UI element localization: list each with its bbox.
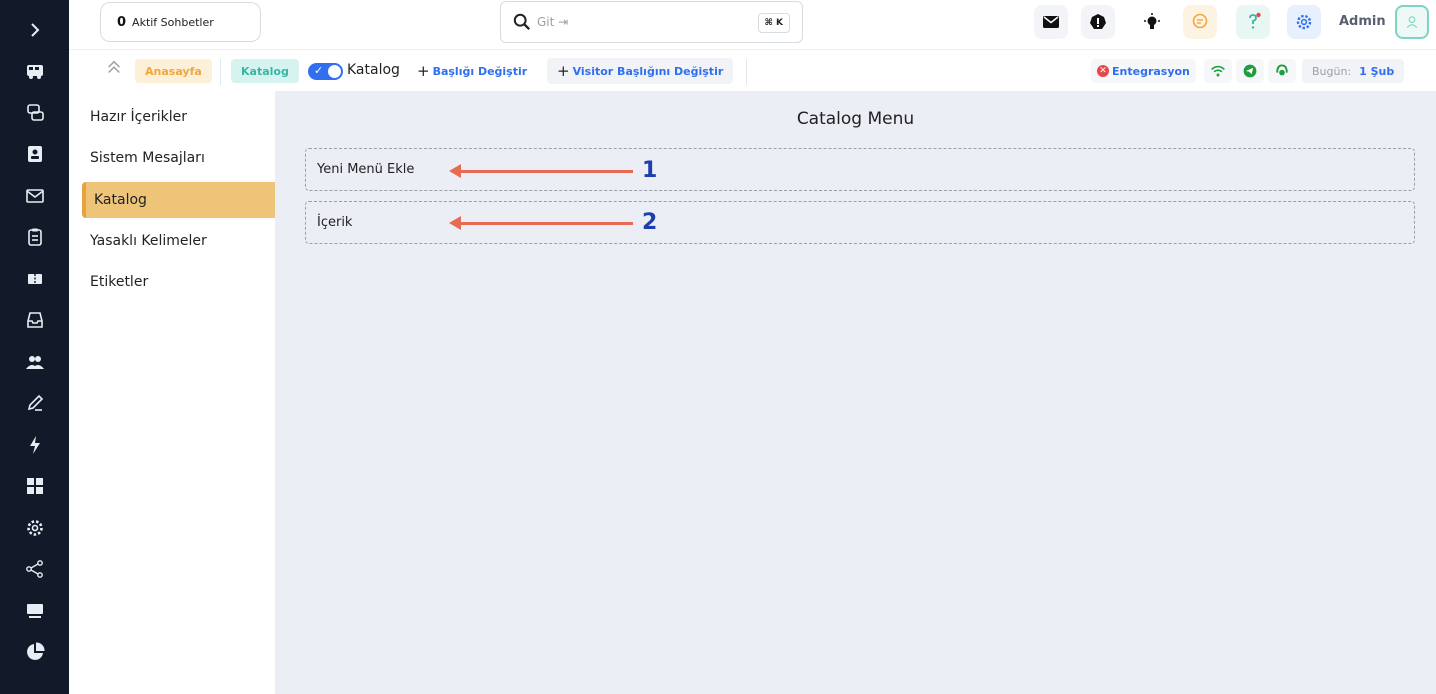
integration-label: Entegrasyon: [1112, 64, 1190, 78]
telegram-icon[interactable]: [1236, 59, 1264, 83]
sidebar-item-tags[interactable]: Etiketler: [82, 264, 275, 300]
breadcrumb-bar: Anasayfa Katalog ✓ Katalog + Başlığı Değ…: [69, 50, 1436, 91]
sidebar-item-label: Etiketler: [90, 274, 149, 290]
sidebar-item-label: Katalog: [94, 192, 147, 208]
plus-icon: +: [557, 62, 570, 80]
active-chats-count: 0: [117, 14, 127, 30]
settings-icon[interactable]: [0, 514, 69, 542]
avatar[interactable]: [1395, 5, 1429, 39]
sidebar-item-label: Sistem Mesajları: [90, 150, 205, 166]
search-input[interactable]: Git ⇥ ⌘ K: [500, 1, 803, 43]
plus-icon: +: [417, 62, 430, 80]
sidebar-item-system-messages[interactable]: Sistem Mesajları: [82, 140, 275, 176]
sidebar-item-label: Yasaklı Kelimeler: [90, 233, 207, 249]
change-visitor-title-label: Visitor Başlığını Değiştir: [572, 64, 724, 78]
monitor-icon[interactable]: [0, 597, 69, 625]
sidebar-item-banned-words[interactable]: Yasaklı Kelimeler: [82, 223, 275, 259]
annotation-number: 2: [642, 210, 658, 235]
sidebar-item-catalog[interactable]: Katalog: [82, 182, 275, 218]
divider: [220, 59, 221, 85]
lightbulb-icon[interactable]: [1135, 5, 1169, 39]
annotation-arrow: [449, 164, 633, 178]
pie-chart-icon[interactable]: [0, 638, 69, 666]
sidebar-item-ready-contents[interactable]: Hazır İçerikler: [82, 99, 275, 135]
chevron-right-icon[interactable]: [0, 16, 69, 44]
today-date: Bugün: 1 Şub: [1302, 59, 1405, 83]
catalog-toggle[interactable]: ✓: [308, 63, 343, 80]
breadcrumb-home[interactable]: Anasayfa: [135, 59, 212, 83]
admin-label[interactable]: Admin: [1339, 14, 1386, 29]
bus-icon[interactable]: [0, 57, 69, 85]
annotation-arrow: [449, 216, 633, 230]
left-rail: [0, 0, 69, 694]
pen-icon[interactable]: [0, 389, 69, 417]
settings-sidebar: Hazır İçerikler Sistem Mesajları Katalog…: [69, 91, 275, 694]
active-chats-label: Aktif Sohbetler: [132, 15, 214, 29]
change-title-button[interactable]: + Başlığı Değiştir: [407, 58, 538, 84]
mail-icon[interactable]: [0, 182, 69, 210]
wifi-icon[interactable]: [1204, 59, 1232, 83]
share-icon[interactable]: [0, 555, 69, 583]
main-content: Catalog Menu Yeni Menü Ekle 1 İçerik 2: [275, 91, 1436, 694]
toggle-label: Katalog: [347, 62, 400, 78]
mail-icon[interactable]: [1034, 5, 1068, 39]
search-icon: [513, 13, 531, 31]
clipboard-icon[interactable]: [0, 223, 69, 251]
change-title-label: Başlığı Değiştir: [432, 64, 528, 78]
today-label: Bugün:: [1312, 64, 1352, 78]
grid-icon[interactable]: [0, 472, 69, 500]
annotation-number: 1: [642, 158, 658, 183]
shortcut-badge: ⌘ K: [757, 13, 790, 33]
chat-bubbles-icon[interactable]: [0, 99, 69, 127]
today-value: 1 Şub: [1359, 64, 1395, 78]
user-icon: [1406, 16, 1418, 28]
divider: [746, 59, 747, 85]
support-agent-icon[interactable]: [1268, 59, 1296, 83]
contact-card-icon[interactable]: [0, 140, 69, 168]
alert-icon[interactable]: [1081, 5, 1115, 39]
ticket-icon[interactable]: [0, 265, 69, 293]
integration-status[interactable]: ✕ Entegrasyon: [1091, 59, 1196, 83]
breadcrumb-catalog[interactable]: Katalog: [231, 59, 299, 83]
check-icon: ✓: [314, 64, 324, 77]
help-icon[interactable]: [1236, 5, 1270, 39]
menu-item-label: İçerik: [317, 215, 353, 230]
gear-icon[interactable]: [1287, 5, 1321, 39]
users-icon[interactable]: [0, 348, 69, 376]
chat-icon[interactable]: [1183, 5, 1217, 39]
sidebar-item-label: Hazır İçerikler: [90, 109, 188, 125]
menu-item-label: Yeni Menü Ekle: [317, 162, 415, 177]
page-title: Catalog Menu: [796, 109, 915, 129]
error-icon: ✕: [1097, 65, 1109, 77]
active-chats-button[interactable]: 0 Aktif Sohbetler: [100, 2, 261, 42]
search-placeholder: Git ⇥: [537, 15, 569, 29]
top-bar: 0 Aktif Sohbetler Git ⇥ ⌘ K Admin: [69, 0, 1436, 50]
chevron-up-icon[interactable]: [105, 59, 123, 77]
lightning-icon[interactable]: [0, 431, 69, 459]
inbox-icon[interactable]: [0, 306, 69, 334]
change-visitor-title-button[interactable]: + Visitor Başlığını Değiştir: [547, 58, 734, 84]
